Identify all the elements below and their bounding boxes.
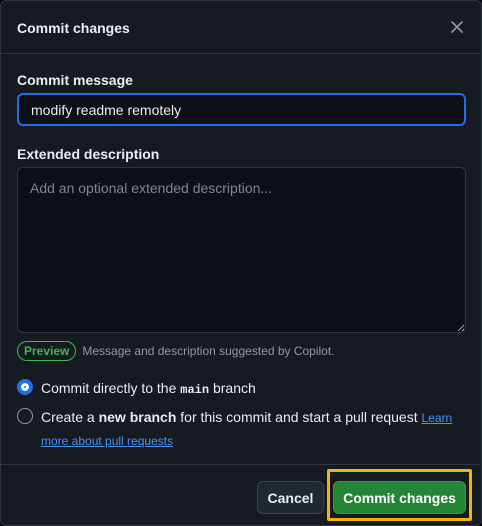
copilot-suggestion-row: Preview Message and description suggeste… xyxy=(17,341,335,361)
commit-direct-option[interactable]: Commit directly to the main branch xyxy=(17,377,256,401)
branch-name: main xyxy=(180,383,210,397)
cancel-button[interactable]: Cancel xyxy=(257,481,324,514)
new-branch-prefix: Create a xyxy=(41,409,99,425)
commit-direct-suffix: branch xyxy=(209,380,256,396)
new-branch-bold: new branch xyxy=(98,409,177,425)
commit-direct-radio[interactable] xyxy=(17,379,33,395)
commit-message-input[interactable] xyxy=(17,93,466,126)
new-branch-radio[interactable] xyxy=(17,408,33,424)
new-branch-option[interactable]: Create a new branch for this commit and … xyxy=(17,406,457,452)
dialog-header: Commit changes xyxy=(1,1,481,54)
copilot-note: Message and description suggested by Cop… xyxy=(82,344,335,358)
dialog-title: Commit changes xyxy=(17,20,130,36)
commit-direct-prefix: Commit directly to the xyxy=(41,380,181,396)
commit-dialog: Commit changes Commit message Extended d… xyxy=(0,0,482,526)
close-icon[interactable] xyxy=(447,17,467,37)
extended-description-label: Extended description xyxy=(17,146,160,162)
new-branch-label: Create a new branch for this commit and … xyxy=(41,406,452,452)
new-branch-suffix: for this commit and start a pull request xyxy=(176,409,422,425)
extended-description-textarea[interactable] xyxy=(17,167,466,333)
preview-badge: Preview xyxy=(17,341,77,361)
learn-more-link-continued[interactable]: more about pull requests xyxy=(41,434,173,448)
commit-direct-label: Commit directly to the main branch xyxy=(41,377,256,401)
commit-changes-button[interactable]: Commit changes xyxy=(333,481,466,514)
commit-message-label: Commit message xyxy=(17,72,133,88)
learn-more-link[interactable]: Learn xyxy=(422,411,453,425)
